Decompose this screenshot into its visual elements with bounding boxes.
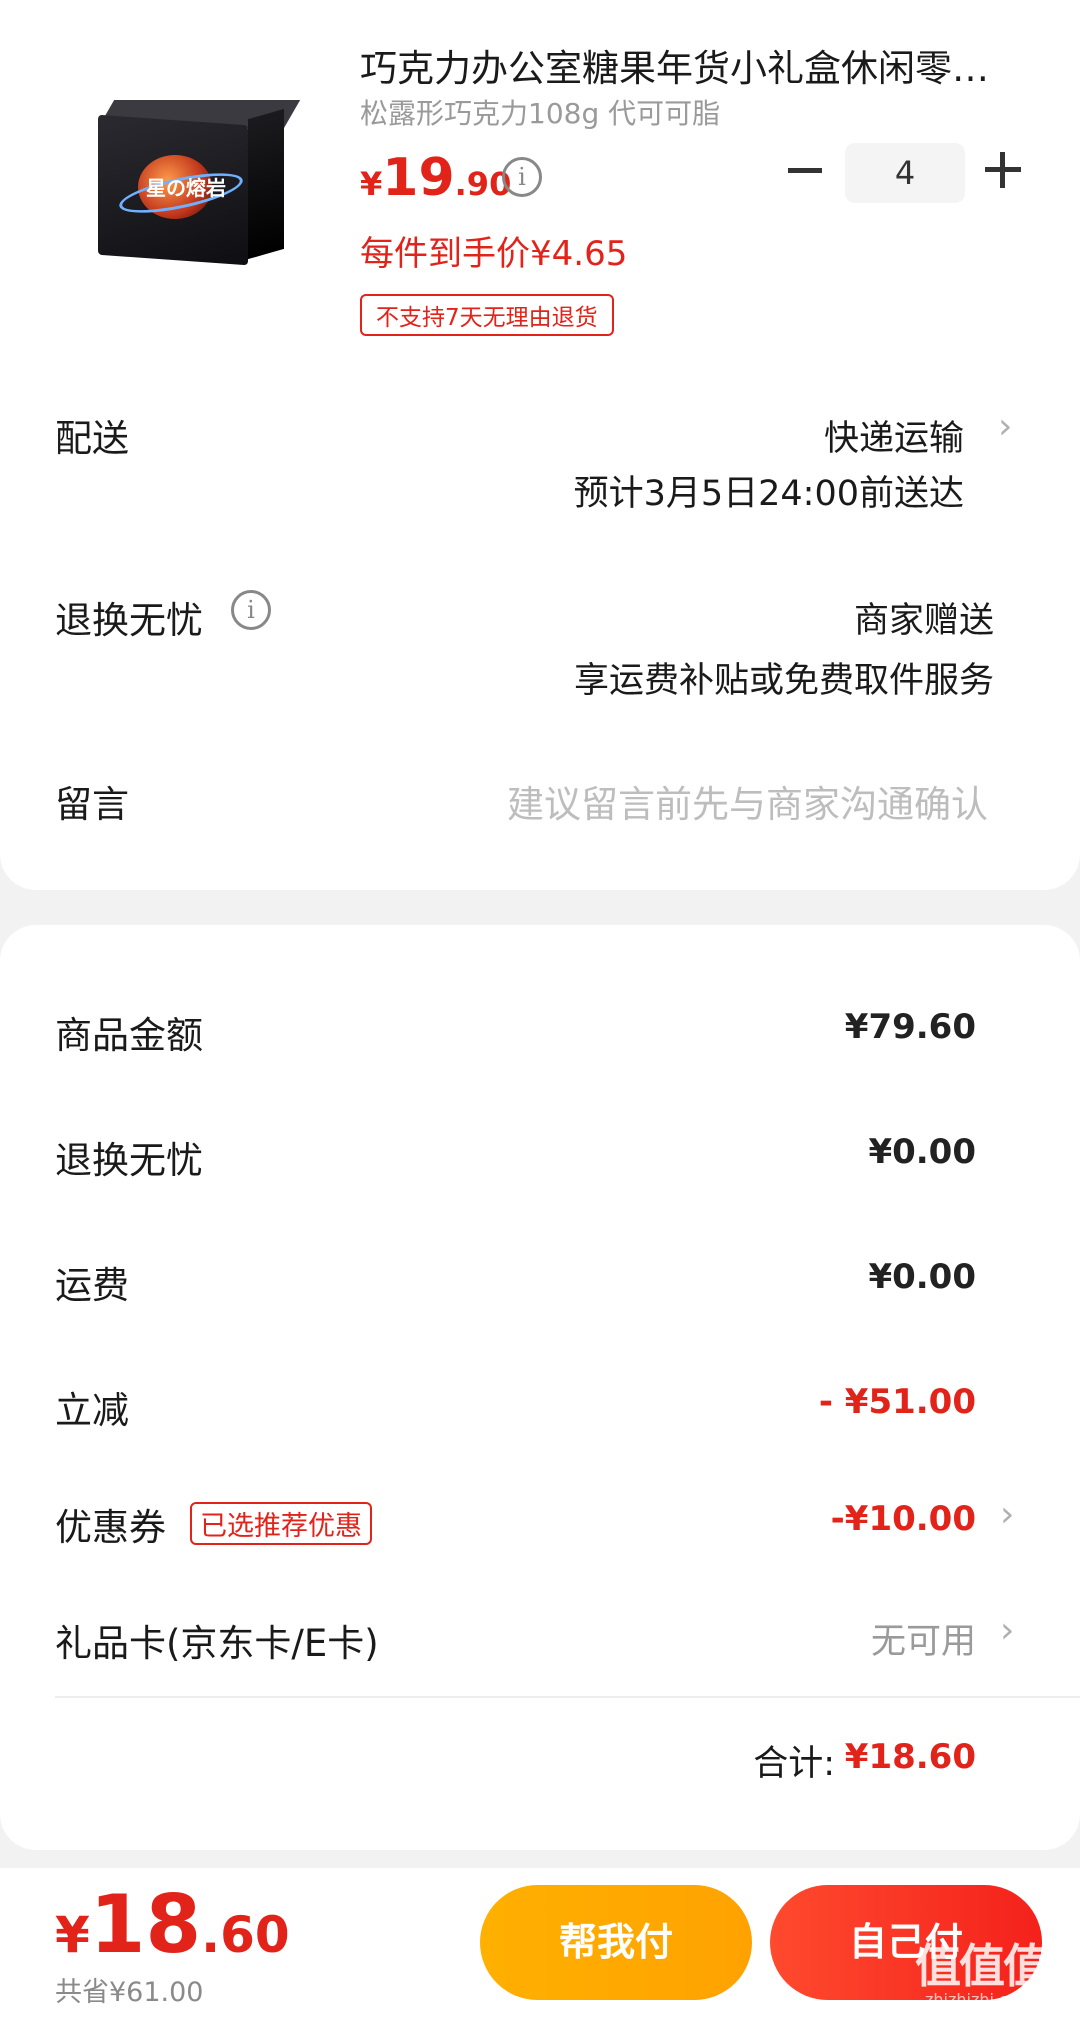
price-symbol: ¥ <box>360 165 383 203</box>
worry-free-value: 商家赠送 <box>853 601 994 641</box>
box-side-shape <box>248 108 284 260</box>
help-pay-button[interactable]: 帮我付 <box>480 1885 752 2000</box>
bottom-total-integer: 18 <box>89 1878 202 1971</box>
worry-free-fee-value: ¥0.00 <box>868 1132 976 1172</box>
worry-free-fee-label: 退换无忧 <box>55 1139 203 1182</box>
worry-free-label: 退换无忧 <box>55 599 203 642</box>
goods-amount-value: ¥79.60 <box>844 1007 976 1047</box>
coupon-chevron-icon[interactable]: › <box>1000 1494 1014 1535</box>
product-image[interactable]: 星の熔岩 <box>88 100 301 270</box>
price-info-icon[interactable]: i <box>502 157 542 197</box>
gift-card-chevron-icon[interactable]: › <box>1000 1610 1014 1651</box>
bottom-total-decimal: .60 <box>201 1906 290 1964</box>
discount-value: - ¥51.00 <box>818 1382 976 1422</box>
delivery-chevron-icon[interactable]: › <box>998 406 1012 447</box>
quantity-increase-button[interactable] <box>985 152 1021 188</box>
message-input[interactable]: 建议留言前先与商家沟通确认 <box>507 774 988 828</box>
watermark-logo: 值值值 <box>915 1939 1049 1993</box>
no-return-tag: 不支持7天无理由退货 <box>360 294 614 336</box>
delivery-label: 配送 <box>55 417 129 460</box>
discount-label: 立减 <box>55 1389 129 1432</box>
shipping-value: ¥0.00 <box>868 1257 976 1297</box>
coupon-value[interactable]: -¥10.00 <box>831 1499 976 1539</box>
delivery-method[interactable]: 快递运输 <box>824 410 964 461</box>
quantity-decrease-button[interactable] <box>785 150 827 192</box>
goods-amount-label: 商品金额 <box>55 1014 203 1057</box>
message-label: 留言 <box>55 783 129 826</box>
saved-amount: 共省¥61.00 <box>55 1977 204 2008</box>
unit-price: 每件到手价¥4.65 <box>360 234 628 274</box>
coupon-label: 优惠券 <box>55 1506 166 1549</box>
product-price: ¥19.90 <box>360 148 511 208</box>
worry-free-desc: 享运费补贴或免费取件服务 <box>573 661 994 701</box>
coupon-recommended-tag: 已选推荐优惠 <box>190 1502 372 1545</box>
gift-card-value[interactable]: 无可用 <box>871 1613 976 1664</box>
price-integer: 19 <box>382 148 455 208</box>
summary-divider <box>55 1696 1080 1698</box>
watermark-url: zhizhizhi.com <box>925 1990 1034 2009</box>
shipping-label: 运费 <box>55 1264 129 1307</box>
product-sku: 松露形巧克力108g 代可可脂 <box>360 97 721 130</box>
worry-free-info-icon[interactable]: i <box>231 590 271 630</box>
total-value: ¥18.60 <box>844 1737 976 1777</box>
quantity-input[interactable]: 4 <box>845 143 965 203</box>
product-title[interactable]: 巧克力办公室糖果年货小礼盒休闲零… <box>360 38 1020 92</box>
bottom-total: ¥18.60 <box>55 1878 290 1971</box>
minus-icon <box>788 168 822 173</box>
delivery-eta: 预计3月5日24:00前送达 <box>573 474 964 514</box>
bottom-total-symbol: ¥ <box>55 1906 90 1964</box>
gift-card-label: 礼品卡(京东卡/E卡) <box>55 1622 379 1665</box>
product-image-text: 星の熔岩 <box>146 176 226 200</box>
total-label: 合计: <box>753 1744 835 1784</box>
